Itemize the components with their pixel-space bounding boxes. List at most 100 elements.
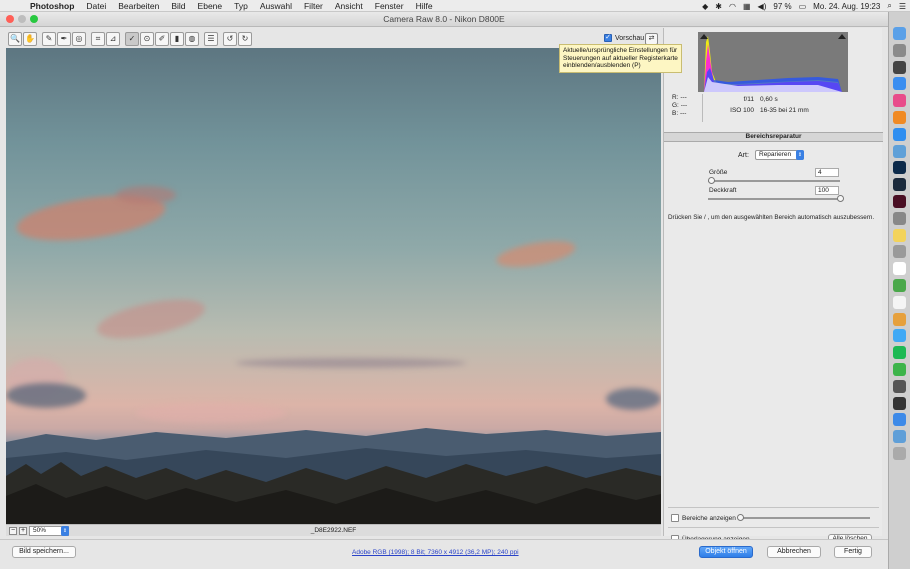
downloads-icon[interactable] xyxy=(893,430,906,444)
spotlight-icon[interactable]: ⌕ xyxy=(887,1,891,11)
straighten-tool-icon[interactable]: ⊿ xyxy=(106,32,120,46)
menu-filter[interactable]: Filter xyxy=(298,1,329,11)
spotify-icon[interactable] xyxy=(893,346,906,360)
aperture: f/11 xyxy=(743,96,754,103)
cancel-button[interactable]: Abbrechen xyxy=(767,546,821,558)
clock[interactable]: Mo. 24. Aug. 19:23 xyxy=(813,2,880,11)
size-slider-thumb[interactable] xyxy=(708,177,716,184)
photos-icon[interactable] xyxy=(893,312,906,326)
crop-tool-icon[interactable]: ⌗ xyxy=(91,32,105,46)
type-select[interactable]: Reparieren ⇕ xyxy=(755,150,804,160)
launchpad-icon[interactable] xyxy=(893,43,906,57)
menu-auswahl[interactable]: Auswahl xyxy=(254,1,298,11)
image-preview[interactable] xyxy=(6,48,661,524)
facetime-icon[interactable] xyxy=(893,363,906,376)
camera-raw-window: Camera Raw 8.0 - Nikon D800E 🔍 ✋ ✎ ✒ ◎ ⌗ ⊿ ✓ ⊙ ✐ ▮… xyxy=(0,12,888,569)
radial-filter-icon[interactable]: ◍ xyxy=(185,32,199,46)
visualize-slider[interactable] xyxy=(737,514,870,521)
system-preferences-icon[interactable] xyxy=(893,211,906,225)
hand-tool-icon[interactable]: ✋ xyxy=(23,32,37,46)
rotate-right-icon[interactable]: ↻ xyxy=(238,32,252,46)
shadow-clipping-icon[interactable] xyxy=(700,34,708,39)
menu-hilfe[interactable]: Hilfe xyxy=(410,1,439,11)
menu-datei[interactable]: Datei xyxy=(80,1,112,11)
dropbox-icon[interactable] xyxy=(893,413,906,427)
textedit-icon[interactable] xyxy=(893,295,906,309)
finder-icon[interactable] xyxy=(893,27,906,40)
menu-fenster[interactable]: Fenster xyxy=(369,1,410,11)
battery-label[interactable]: 97 % xyxy=(773,2,791,11)
preview-checkbox[interactable]: ✓ xyxy=(604,34,612,42)
workflow-options-link[interactable]: Adobe RGB (1998); 8 Bit; 7360 x 4912 (36… xyxy=(352,549,519,556)
iso: ISO 100 xyxy=(730,107,754,114)
image-capture-icon[interactable] xyxy=(893,245,906,259)
menu-bar: Photoshop Datei Bearbeiten Bild Ebene Ty… xyxy=(0,0,910,12)
size-input[interactable]: 4 xyxy=(815,168,839,177)
opacity-slider-thumb[interactable] xyxy=(836,195,844,202)
color-sampler-tool-icon[interactable]: ✒ xyxy=(57,32,71,46)
menu-bearbeiten[interactable]: Bearbeiten xyxy=(112,1,165,11)
menu-ansicht[interactable]: Ansicht xyxy=(329,1,369,11)
settings-panel: R: --- G: --- B: --- f/11 0,60 s ISO 100 1… xyxy=(663,28,883,544)
lens-info: 16-35 bei 21 mm xyxy=(760,107,809,114)
preferences-icon[interactable]: ☰ xyxy=(204,32,218,46)
red-eye-tool-icon[interactable]: ⊙ xyxy=(140,32,154,46)
show-spots-checkbox[interactable] xyxy=(671,514,679,522)
spot-removal-tool-icon[interactable]: ✓ xyxy=(125,32,139,46)
image-status-bar: − + 50% ⇕ _D8E2922.NEF xyxy=(6,524,661,536)
messages-icon[interactable] xyxy=(893,329,906,343)
zoom-tool-icon[interactable]: 🔍 xyxy=(8,32,22,46)
volume-icon[interactable]: ◀) xyxy=(758,2,767,11)
preview-toggle[interactable]: ✓ Vorschau xyxy=(604,34,644,42)
photoshop-icon[interactable] xyxy=(893,161,906,175)
divider xyxy=(668,507,879,508)
menu-typ[interactable]: Typ xyxy=(228,1,254,11)
dropbox-status-icon[interactable]: ◆ xyxy=(702,2,708,11)
targeted-adjustment-tool-icon[interactable]: ◎ xyxy=(72,32,86,46)
save-image-button[interactable]: Bild speichern... xyxy=(12,546,76,558)
lightroom-icon[interactable] xyxy=(893,178,906,192)
menu-app[interactable]: Photoshop xyxy=(24,1,80,11)
calendar-icon[interactable] xyxy=(893,262,906,276)
safari-icon[interactable] xyxy=(893,127,906,141)
activity-monitor-icon[interactable] xyxy=(893,396,906,410)
highlight-clipping-icon[interactable] xyxy=(838,34,846,39)
rgb-readout: R: --- G: --- B: --- xyxy=(672,94,687,118)
done-button[interactable]: Fertig xyxy=(834,546,872,558)
b-label: B: xyxy=(672,110,679,117)
trash-icon[interactable] xyxy=(893,447,906,460)
size-slider[interactable] xyxy=(708,177,840,184)
histogram xyxy=(698,32,848,92)
open-object-button[interactable]: Objekt öffnen xyxy=(699,546,753,558)
menu-ebene[interactable]: Ebene xyxy=(192,1,229,11)
white-balance-tool-icon[interactable]: ✎ xyxy=(42,32,56,46)
evernote-icon[interactable] xyxy=(893,279,906,292)
notification-center-icon[interactable]: ☰ xyxy=(899,2,906,11)
minimize-window-icon[interactable] xyxy=(18,15,26,23)
indesign-icon[interactable] xyxy=(893,195,906,208)
zoom-window-icon[interactable] xyxy=(30,15,38,23)
preview-label: Vorschau xyxy=(615,34,645,42)
time-machine-icon[interactable] xyxy=(893,379,906,393)
itunes-icon[interactable] xyxy=(893,94,906,108)
bottom-bar: Bild speichern... Adobe RGB (1998); 8 Bi… xyxy=(0,539,888,569)
mission-control-icon[interactable] xyxy=(893,60,906,74)
adjustment-brush-icon[interactable]: ✐ xyxy=(155,32,169,46)
rotate-left-icon[interactable]: ↺ xyxy=(223,32,237,46)
opacity-slider[interactable] xyxy=(708,195,844,202)
show-spots-option[interactable]: Bereiche anzeigen xyxy=(671,514,736,522)
ibooks-icon[interactable] xyxy=(893,111,906,124)
app-store-icon[interactable] xyxy=(893,77,906,91)
battery-icon[interactable]: ▭ xyxy=(799,2,807,11)
flag-icon[interactable]: ▦ xyxy=(743,2,751,11)
close-window-icon[interactable] xyxy=(6,15,14,23)
preview-icon[interactable] xyxy=(893,144,906,158)
notes-icon[interactable] xyxy=(893,228,906,242)
graduated-filter-icon[interactable]: ▮ xyxy=(170,32,184,46)
menu-bild[interactable]: Bild xyxy=(165,1,191,11)
opacity-input[interactable]: 100 xyxy=(815,186,839,195)
shutter-speed: 0,60 s xyxy=(760,96,778,103)
wifi-icon[interactable]: ◠ xyxy=(729,2,736,11)
bluetooth-icon[interactable]: ✱ xyxy=(715,2,722,11)
visualize-slider-thumb[interactable] xyxy=(737,514,744,521)
